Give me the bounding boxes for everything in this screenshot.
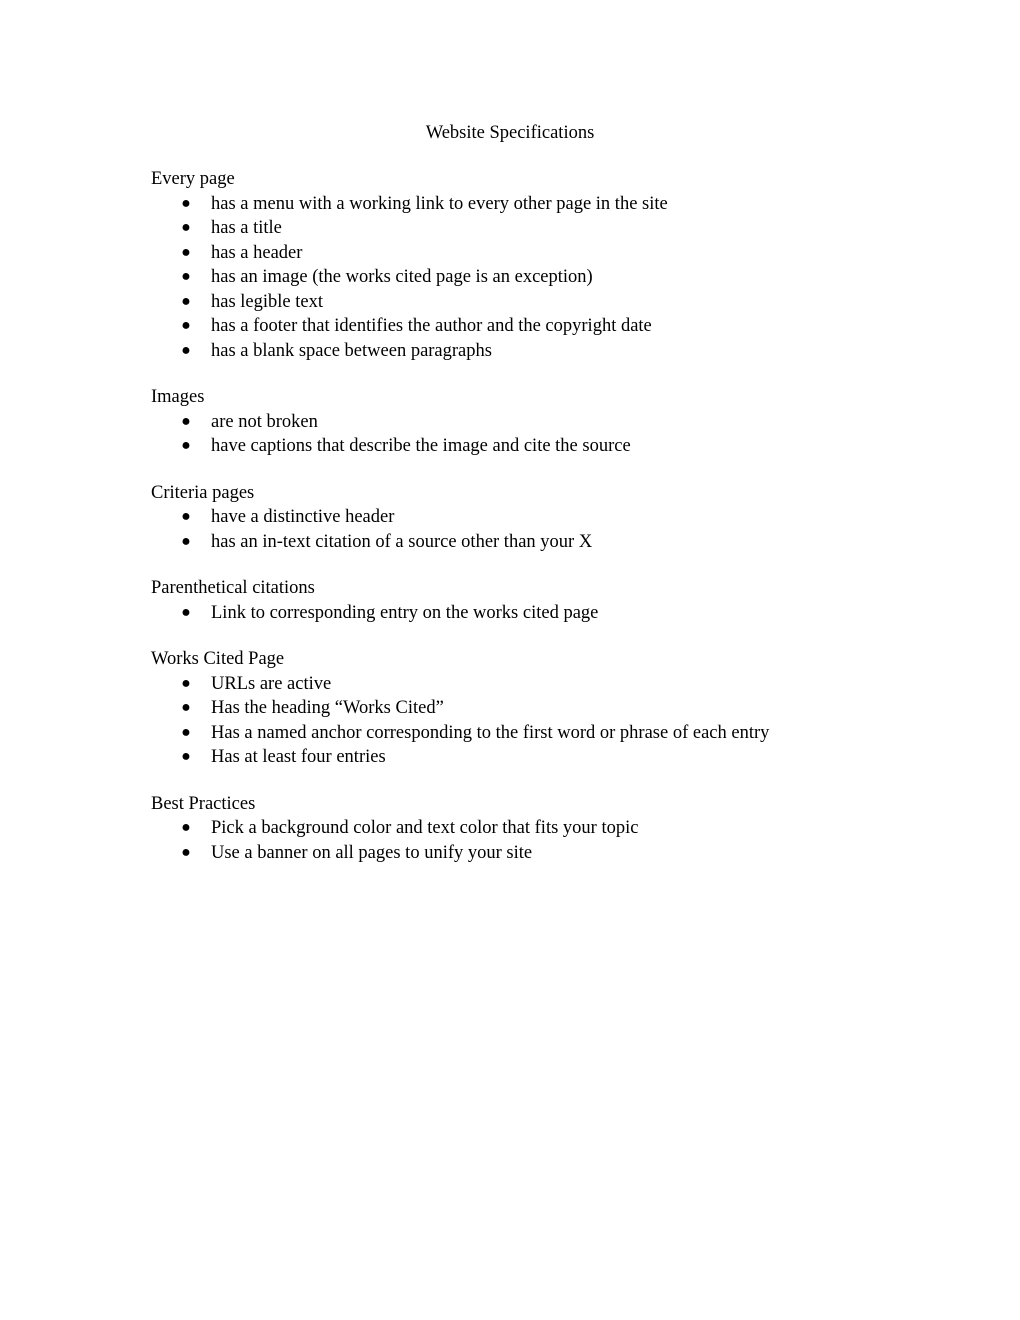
list-item: ● URLs are active — [151, 672, 951, 697]
list-item: ● has a header — [151, 241, 951, 266]
bullet-icon: ● — [181, 317, 191, 334]
section-heading: Images — [151, 387, 205, 407]
list-item: ● Use a banner on all pages to unify your… — [151, 841, 951, 866]
bullet-icon: ● — [181, 819, 191, 836]
section: Parenthetical citations ● Link to correspo… — [151, 576, 951, 625]
bullet-icon: ● — [181, 412, 191, 430]
bullet-icon: ● — [181, 341, 191, 359]
section: Works Cited Page ● URLs are active ● Has the… — [151, 647, 951, 770]
list-item: ● has an image (the works cited page is a… — [151, 265, 951, 290]
section-heading: Every page — [151, 169, 235, 189]
bullet-icon: ● — [181, 268, 191, 285]
list-item-text: Use a banner on all pages to unify your … — [211, 842, 533, 863]
section-heading: Criteria pages — [151, 482, 255, 503]
bullet-icon: ● — [181, 532, 191, 550]
document-title: Website Specifications — [425, 123, 595, 143]
list-item-text: are not broken — [211, 411, 318, 432]
list-item: ● has an in-text citation of a source oth… — [151, 530, 951, 555]
bullet-icon: ● — [181, 292, 191, 310]
list-item-text: Has a named anchor corresponding to the … — [211, 722, 770, 743]
bullet-list: ● have a distinctive header ● has an in-tex… — [151, 505, 951, 554]
list-item: ● have captions that describe the image a… — [151, 434, 951, 459]
list-item-text: Has at least four entries — [211, 747, 386, 767]
list-item-text: Link to corresponding entry on the works… — [211, 602, 599, 623]
section: Criteria pages ● have a distinctive header… — [151, 481, 951, 555]
bullet-list: ● URLs are active ● Has the heading “Works … — [151, 672, 951, 770]
bullet-list: ● Link to corresponding entry on the work… — [151, 601, 951, 626]
list-item-text: has legible text — [211, 291, 323, 312]
bullet-icon: ● — [181, 699, 191, 716]
bullet-list: ● are not broken ● have captions that descr… — [151, 410, 951, 459]
list-item: ● Pick a background color and text color … — [151, 816, 951, 841]
bullet-icon: ● — [181, 194, 191, 212]
list-item: ● Has at least four entries — [151, 745, 951, 770]
bullet-icon: ● — [181, 723, 191, 741]
bullet-icon: ● — [181, 243, 191, 261]
bullet-icon: ● — [181, 508, 191, 525]
bullet-icon: ● — [181, 219, 191, 236]
section: Best Practices ● Pick a background color a… — [151, 792, 951, 866]
list-item-text: URLs are active — [211, 673, 332, 694]
section-heading: Parenthetical citations — [151, 578, 315, 598]
document-body: Every page ● has a menu with a working lin… — [151, 167, 951, 887]
section: Images ● are not broken ● have captions that… — [151, 385, 951, 459]
list-item-text: has an in-text citation of a source othe… — [211, 531, 593, 552]
section: Every page ● has a menu with a working lin… — [151, 167, 951, 363]
list-item: ● has a blank space between paragraphs — [151, 339, 951, 364]
list-item-text: has a title — [211, 218, 282, 238]
bullet-icon: ● — [181, 748, 191, 765]
list-item: ● has legible text — [151, 290, 951, 315]
list-item-text: has a header — [211, 242, 303, 263]
list-item: ● has a title — [151, 216, 951, 241]
list-item: ● are not broken — [151, 410, 951, 435]
list-item-text: have a distinctive header — [211, 507, 395, 527]
list-item-text: Has the heading “Works Cited” — [211, 698, 444, 718]
list-item-text: has a menu with a working link to every … — [211, 193, 668, 214]
list-item-text: has a footer that identifies the author … — [211, 316, 652, 336]
list-item-text: Pick a background color and text color t… — [211, 818, 639, 838]
bullet-icon: ● — [181, 603, 191, 621]
list-item: ● have a distinctive header — [151, 505, 951, 530]
list-item-text: has an image (the works cited page is an… — [211, 267, 593, 287]
list-item-text: has a blank space between paragraphs — [211, 340, 492, 361]
section-heading: Best Practices — [151, 793, 256, 814]
list-item: ● Has the heading “Works Cited” — [151, 696, 951, 721]
list-item: ● has a footer that identifies the author… — [151, 314, 951, 339]
list-item: ● Has a named anchor corresponding to the… — [151, 721, 951, 746]
list-item-text: have captions that describe the image an… — [211, 436, 631, 456]
bullet-icon: ● — [181, 674, 191, 692]
bullet-list: ● has a menu with a working link to every… — [151, 192, 951, 364]
list-item: ● Link to corresponding entry on the work… — [151, 601, 951, 626]
section-heading: Works Cited Page — [151, 649, 285, 669]
list-item: ● has a menu with a working link to every… — [151, 192, 951, 217]
bullet-icon: ● — [181, 843, 191, 861]
bullet-icon: ● — [181, 437, 191, 454]
bullet-list: ● Pick a background color and text color … — [151, 816, 951, 865]
